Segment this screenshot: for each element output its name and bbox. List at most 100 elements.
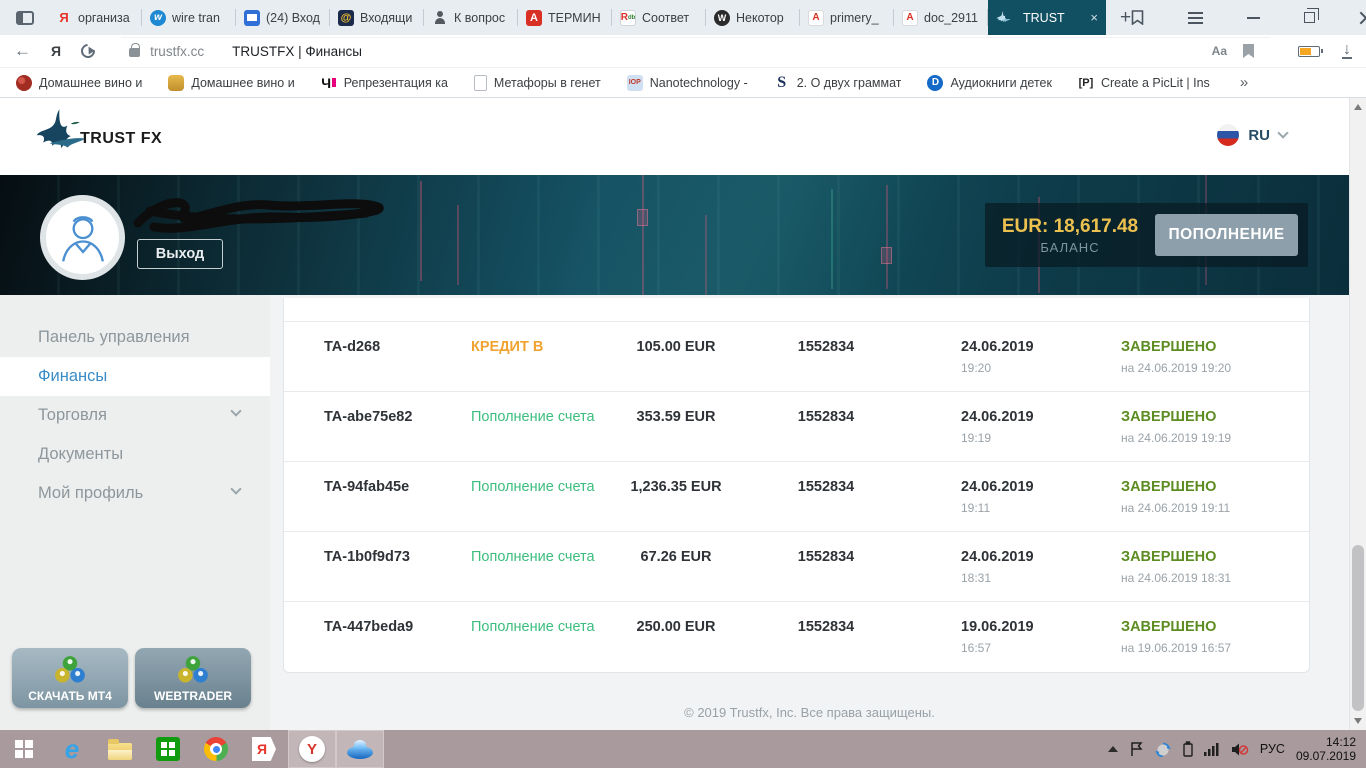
- date-value: 24.06.2019: [961, 409, 1121, 425]
- transaction-date: 24.06.2019 19:20: [921, 339, 1121, 391]
- bookmark-label: Домашнее вино и: [39, 76, 142, 90]
- scrollbar-thumb[interactable]: [1352, 545, 1364, 711]
- clock[interactable]: 14:12 09.07.2019: [1296, 735, 1356, 763]
- tray-expand-icon[interactable]: [1108, 746, 1118, 752]
- tab-title: primery_: [830, 11, 890, 25]
- avatar[interactable]: [40, 195, 125, 280]
- active-tab[interactable]: TRUST ×: [988, 0, 1106, 35]
- new-tab-button[interactable]: +: [1120, 7, 1131, 29]
- tab-title: Соответ: [642, 11, 702, 25]
- restore-button[interactable]: [1304, 12, 1315, 23]
- topup-button[interactable]: ПОПОЛНЕНИЕ: [1155, 214, 1298, 256]
- menu-icon[interactable]: [1188, 12, 1203, 24]
- action-center-flag-icon[interactable]: [1129, 742, 1144, 757]
- sidebar-panel-icon[interactable]: [16, 11, 34, 25]
- webtrader-button[interactable]: WEBTRADER: [135, 648, 251, 708]
- trustfx-bird-icon: [996, 10, 1011, 25]
- browser-tab[interactable]: wire tran: [142, 0, 236, 35]
- yandex-icon: [56, 10, 72, 26]
- transaction-date: 24.06.2019 19:19: [921, 409, 1121, 461]
- translate-icon[interactable]: Aа: [1212, 44, 1227, 58]
- sidebar-item[interactable]: Документы: [0, 435, 270, 474]
- scroll-up-icon[interactable]: [1354, 104, 1362, 110]
- status-subtext: на 24.06.2019 19:20: [1121, 361, 1289, 375]
- balance-value: EUR: 18,617.48: [985, 216, 1155, 238]
- bookmark-item[interactable]: Домашнее вино и: [16, 75, 142, 91]
- browser-tab[interactable]: К вопрос: [424, 0, 518, 35]
- transaction-status: ЗАВЕРШЕНО на 24.06.2019 19:11: [1121, 479, 1289, 531]
- transaction-row[interactable]: TA-94fab45e Пополнение счета 1,236.35 EU…: [284, 462, 1309, 532]
- bookmark-item[interactable]: Nanotechnology -: [627, 75, 748, 91]
- tab-title: doc_2911: [924, 11, 984, 25]
- chrome-button[interactable]: [192, 730, 240, 768]
- minimize-button[interactable]: [1247, 17, 1260, 19]
- transaction-amount: 67.26 EUR: [621, 549, 731, 601]
- scroll-down-icon[interactable]: [1354, 718, 1362, 724]
- yandex-browser-button[interactable]: [288, 730, 336, 768]
- sidebar-item[interactable]: Торговля: [0, 396, 270, 435]
- clock-time: 14:12: [1296, 735, 1356, 749]
- bookmark-item[interactable]: Метафоры в генет: [474, 75, 601, 91]
- internet-explorer-button[interactable]: e: [48, 730, 96, 768]
- bookmark-item[interactable]: Репрезентация ка: [321, 75, 448, 91]
- sidebar-item[interactable]: Мой профиль: [0, 474, 270, 513]
- browser-tab[interactable]: Входящи: [330, 0, 424, 35]
- transaction-row[interactable]: TA-1b0f9d73 Пополнение счета 67.26 EUR 1…: [284, 532, 1309, 602]
- microsoft-store-button[interactable]: [144, 730, 192, 768]
- close-window-button[interactable]: [1359, 11, 1366, 25]
- address-bar[interactable]: trustfx.cc TRUSTFX | Финансы Aа: [115, 38, 1284, 65]
- browser-tab[interactable]: (24) Вход: [236, 0, 330, 35]
- bookmark-list: Домашнее вино и Домашнее вино и Репрезен…: [16, 75, 1236, 91]
- logout-button[interactable]: Выход: [137, 239, 223, 269]
- bookmark-label: Create a PicLit | Ins: [1101, 76, 1210, 90]
- add-bookmark-icon[interactable]: [1243, 44, 1254, 58]
- yandex-search-button[interactable]: [240, 730, 288, 768]
- transaction-row[interactable]: TA-d268 КРЕДИТ В 105.00 EUR 1552834 24.0…: [284, 322, 1309, 392]
- status-subtext: на 24.06.2019 18:31: [1121, 571, 1289, 585]
- zona-app-button[interactable]: [336, 730, 384, 768]
- browser-tab[interactable]: doc_2911: [894, 0, 988, 35]
- download-mt4-button[interactable]: СКАЧАТЬ MT4: [12, 648, 128, 708]
- yandex-icon: [252, 737, 276, 761]
- keyboard-language[interactable]: РУС: [1260, 742, 1285, 756]
- date-value: 24.06.2019: [961, 549, 1121, 565]
- transaction-row[interactable]: TA-447beda9 Пополнение счета 250.00 EUR …: [284, 602, 1309, 672]
- browser-tab[interactable]: Некотор: [706, 0, 800, 35]
- letter-s-icon: [774, 75, 790, 91]
- bookmarks-flag-icon[interactable]: [1131, 10, 1144, 25]
- network-signal-icon[interactable]: [1204, 742, 1220, 756]
- file-explorer-button[interactable]: [96, 730, 144, 768]
- tab-title: организа: [78, 11, 138, 25]
- bookmark-item[interactable]: 2. О двух граммат: [774, 75, 902, 91]
- bookmarks-overflow-icon[interactable]: »: [1240, 74, 1248, 91]
- volume-muted-icon[interactable]: [1231, 742, 1249, 757]
- bookmark-item[interactable]: Домашнее вино и: [168, 75, 294, 91]
- bookmark-item[interactable]: Create a PicLit | Ins: [1078, 75, 1210, 91]
- trustfx-logo[interactable]: TRUST FX: [32, 106, 162, 158]
- downloads-icon[interactable]: ↓: [1342, 43, 1352, 59]
- start-button[interactable]: [0, 730, 48, 768]
- transaction-account: 1552834: [731, 339, 921, 391]
- battery-saver-icon[interactable]: [1298, 46, 1320, 57]
- browser-tab[interactable]: ТЕРМИН: [518, 0, 612, 35]
- refresh-button[interactable]: [78, 41, 98, 61]
- sidebar-item[interactable]: Панель управления: [0, 318, 270, 357]
- transaction-row[interactable]: TA-abe75e82 Пополнение счета 353.59 EUR …: [284, 392, 1309, 462]
- bookmark-item[interactable]: Аудиокниги детек: [927, 75, 1051, 91]
- browser-tab[interactable]: primery_: [800, 0, 894, 35]
- back-button[interactable]: ←: [14, 41, 31, 61]
- clock-date: 09.07.2019: [1296, 749, 1356, 763]
- folder-icon: [108, 743, 132, 760]
- red-a-icon: [526, 10, 542, 26]
- browser-tab[interactable]: Соответ: [612, 0, 706, 35]
- store-icon: [156, 737, 180, 761]
- yandex-home-button[interactable]: Я: [51, 43, 61, 59]
- sync-icon[interactable]: [1155, 742, 1172, 757]
- rdb-icon: [620, 10, 636, 26]
- sidebar-item[interactable]: Финансы: [0, 357, 270, 396]
- page-scrollbar[interactable]: [1349, 98, 1366, 730]
- battery-icon[interactable]: [1183, 741, 1193, 757]
- close-tab-icon[interactable]: ×: [1090, 10, 1098, 25]
- language-selector[interactable]: RU: [1217, 124, 1287, 146]
- browser-tab[interactable]: организа: [48, 0, 142, 35]
